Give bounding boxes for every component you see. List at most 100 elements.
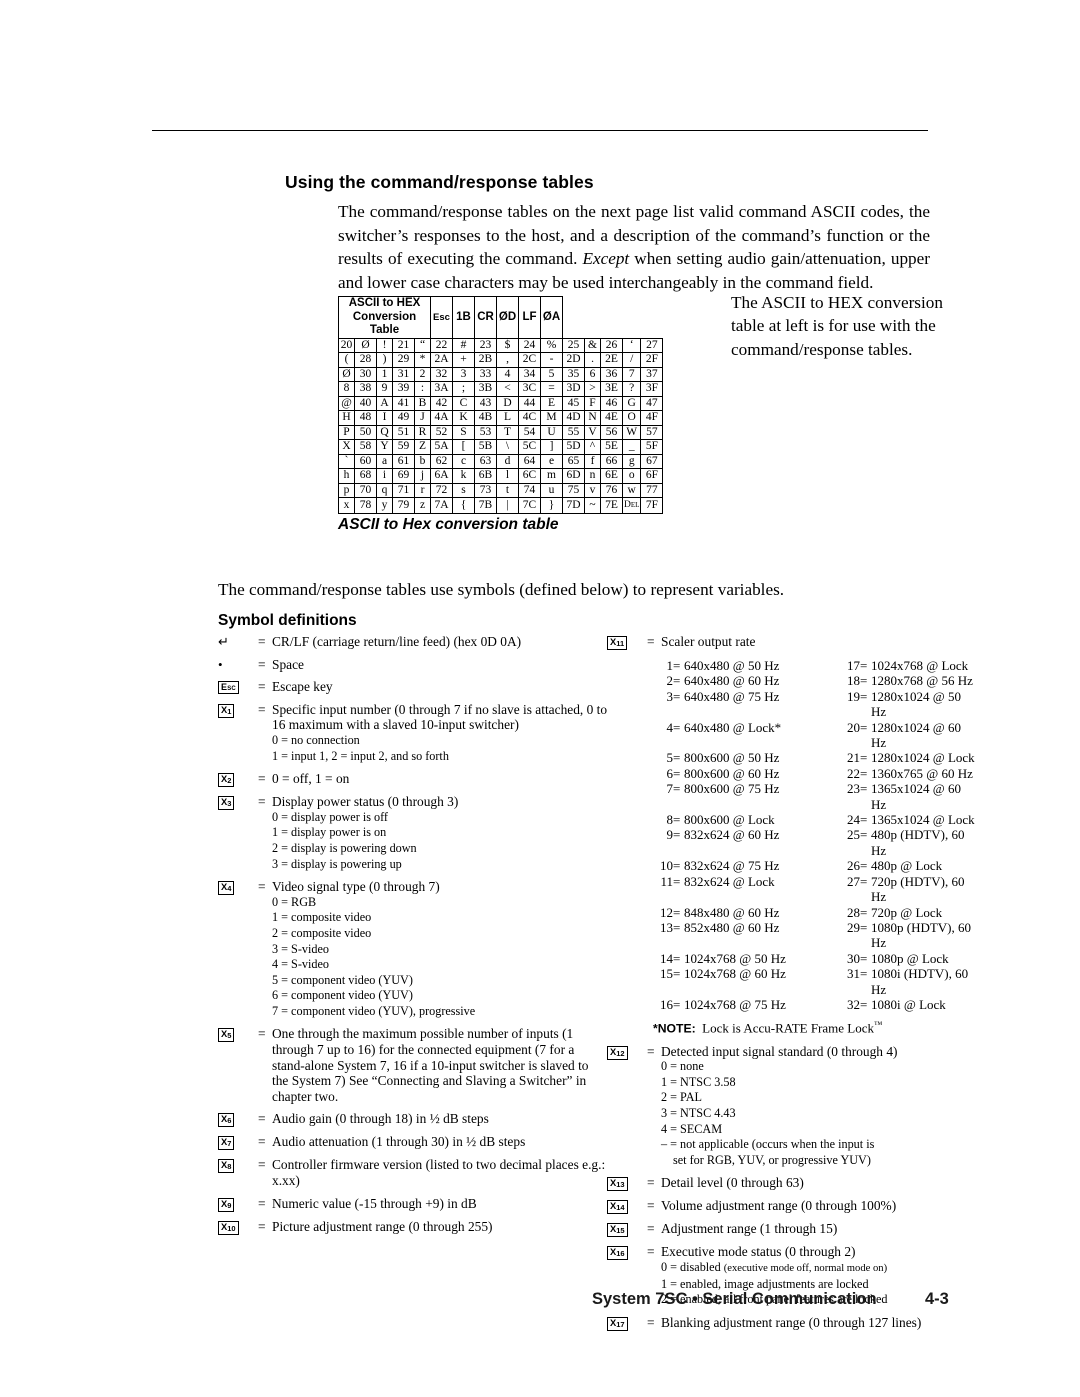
equals-sign: = <box>258 879 266 895</box>
variable-box-x13: X13 <box>607 1177 628 1192</box>
rate-value: 1080i @ Lock <box>871 996 946 1012</box>
rate-equals: = <box>860 950 868 966</box>
symbol-sublines: 0 = no connection 1 = input 1, 2 = input … <box>272 732 449 763</box>
rate-index: 17 <box>847 658 860 673</box>
ascii-char: K <box>452 410 475 426</box>
ascii-char: T <box>496 424 519 440</box>
symbol-description: One through the maximum possible number … <box>272 1026 589 1104</box>
scaler-rate-row: 8 = 800x600 @ Lock 24 = 1365x1024 @ Lock <box>647 812 977 827</box>
symbol-cell: X5 <box>218 1026 258 1104</box>
symbol-description: Picture adjustment range (0 through 255) <box>272 1218 493 1234</box>
rate-value: 832x624 @ Lock <box>684 873 775 889</box>
scaler-rate-row: 16 = 1024x768 @ 75 Hz 32 = 1080i @ Lock <box>647 997 977 1012</box>
symbol-definition-row: X5 = One through the maximum possible numb… <box>218 1026 608 1104</box>
scaler-rate-row: 14 = 1024x768 @ 50 Hz 30 = 1080p @ Lock <box>647 951 977 966</box>
ascii-char: f <box>584 453 601 469</box>
rate-equals: = <box>673 673 681 689</box>
ascii-char: B <box>414 395 431 411</box>
rate-equals: = <box>860 719 868 735</box>
ascii-char: n <box>584 468 601 484</box>
ascii-hex: 28 <box>354 352 377 368</box>
rate-equals: = <box>860 904 868 920</box>
rate-index: 16 <box>660 996 673 1012</box>
ascii-table-row: (28) 29 * 2A +2B, 2C -2D. 2E/2F <box>338 352 664 368</box>
ascii-char: o <box>621 468 642 484</box>
ascii-hex: 67 <box>640 453 664 469</box>
rate-equals: = <box>673 904 681 920</box>
rate-equals: = <box>673 919 681 935</box>
ascii-char: x <box>338 497 355 514</box>
ascii-hex: Ø <box>354 337 377 353</box>
ascii-table-row: 8 38 9 39:3A; 3B <3C = 3D >3E? 3F <box>338 381 664 397</box>
ascii-char: O <box>621 410 642 426</box>
symbol-description: Audio gain (0 through 18) in ½ dB steps <box>272 1111 489 1127</box>
ascii-hex: 60 <box>354 453 377 469</box>
ascii-char: { <box>452 497 475 514</box>
symbol-definition-row: • = Space <box>218 657 608 673</box>
symbol-cell: X3 <box>218 794 258 872</box>
footer-title: System 7SC • Serial Communication <box>592 1290 877 1308</box>
ascii-hex: 27 <box>640 337 664 353</box>
ascii-hex: 32 <box>430 366 453 382</box>
scaler-output-rate-list: 1 = 640x480 @ 50 Hz 17 = 1024x768 @ Lock 2 = 640… <box>647 658 977 1012</box>
ascii-hex: 56 <box>600 424 623 440</box>
symbol-cell: X2 <box>218 771 258 788</box>
ascii-char: e <box>540 453 563 469</box>
symbol-definition-row: X14 = Volume adjustment range (0 through 1… <box>607 1198 977 1215</box>
ascii-char: v <box>584 482 601 498</box>
ascii-char: M <box>540 410 563 426</box>
scaler-rate-row: 15 = 1024x768 @ 60 Hz 31 = 1080i (HDTV), 60 H… <box>647 966 977 997</box>
equals-sign: = <box>258 1195 266 1211</box>
ascii-hex: 31 <box>392 366 415 382</box>
ascii-char: V <box>584 424 601 440</box>
ascii-hex: 69 <box>392 468 415 484</box>
rate-value: 480p (HDTV), 60 Hz <box>871 827 965 858</box>
rate-equals: = <box>673 688 681 704</box>
symbol-definition-row: ↵ = CR/LF (carriage return/line feed) (hex… <box>218 634 608 650</box>
ascii-char: . <box>584 352 601 368</box>
symbol-definition-row: X9 = Numeric value (-15 through +9) in dB <box>218 1196 608 1212</box>
rate-index: 7 <box>666 781 674 797</box>
ascii-char: , <box>496 352 519 368</box>
scaler-rate-row: 1 = 640x480 @ 50 Hz 17 = 1024x768 @ Lock <box>647 658 977 673</box>
ascii-hex: 63 <box>474 453 497 469</box>
ascii-hex: 26 <box>600 337 623 353</box>
symbol-cell: ↵ <box>218 634 258 650</box>
rate-value: 1024x768 @ 75 Hz <box>684 996 786 1012</box>
ascii-special-hex: ØD <box>496 296 519 339</box>
ascii-char: * <box>414 352 431 368</box>
rate-value: 1080p (HDTV), 60 Hz <box>871 919 972 951</box>
ascii-char: @ <box>338 395 355 411</box>
rate-index: 10 <box>660 858 673 874</box>
rate-equals: = <box>860 750 868 766</box>
symbol-description: Adjustment range (1 through 15) <box>661 1221 838 1237</box>
rate-equals: = <box>673 658 681 673</box>
ascii-char: ) <box>376 352 393 368</box>
ascii-hex: 66 <box>600 453 623 469</box>
rate-index: 5 <box>666 750 674 766</box>
symbol-description: Video signal type (0 through 7) 0 = RGB 1 … <box>272 879 608 1019</box>
variable-box-x3: X3 <box>218 796 235 811</box>
rate-index: 2 <box>666 673 674 689</box>
rate-value: 852x480 @ 60 Hz <box>684 919 780 935</box>
ascii-char: \ <box>496 439 519 455</box>
ascii-hex: 72 <box>430 482 453 498</box>
symbol-description: Blanking adjustment range (0 through 127… <box>661 1314 922 1330</box>
ascii-char: h <box>338 468 355 484</box>
ascii-char: Y <box>376 439 393 455</box>
ascii-char: # <box>452 337 475 353</box>
rate-value: 640x480 @ Lock* <box>684 719 782 735</box>
ascii-table-row: X 58 Y 59 Z 5A[5B \ 5C] 5D ^ 5E _ 5F <box>338 439 664 455</box>
rate-equals: = <box>860 966 868 982</box>
ascii-char: Q <box>376 424 393 440</box>
ascii-char: u <box>540 482 563 498</box>
rate-value: 1280x768 @ 56 Hz <box>871 673 973 689</box>
ascii-char: | <box>496 497 519 514</box>
symbol-cell: X6 <box>218 1111 258 1128</box>
symbol-description: Controller firmware version (listed to t… <box>272 1157 606 1189</box>
ascii-hex: 61 <box>392 453 415 469</box>
ascii-char: % <box>540 337 563 353</box>
ascii-hex: 62 <box>430 453 453 469</box>
ascii-char: l <box>496 468 519 484</box>
scaler-rate-row: 2 = 640x480 @ 60 Hz 18 = 1280x768 @ 56 Hz <box>647 673 977 688</box>
